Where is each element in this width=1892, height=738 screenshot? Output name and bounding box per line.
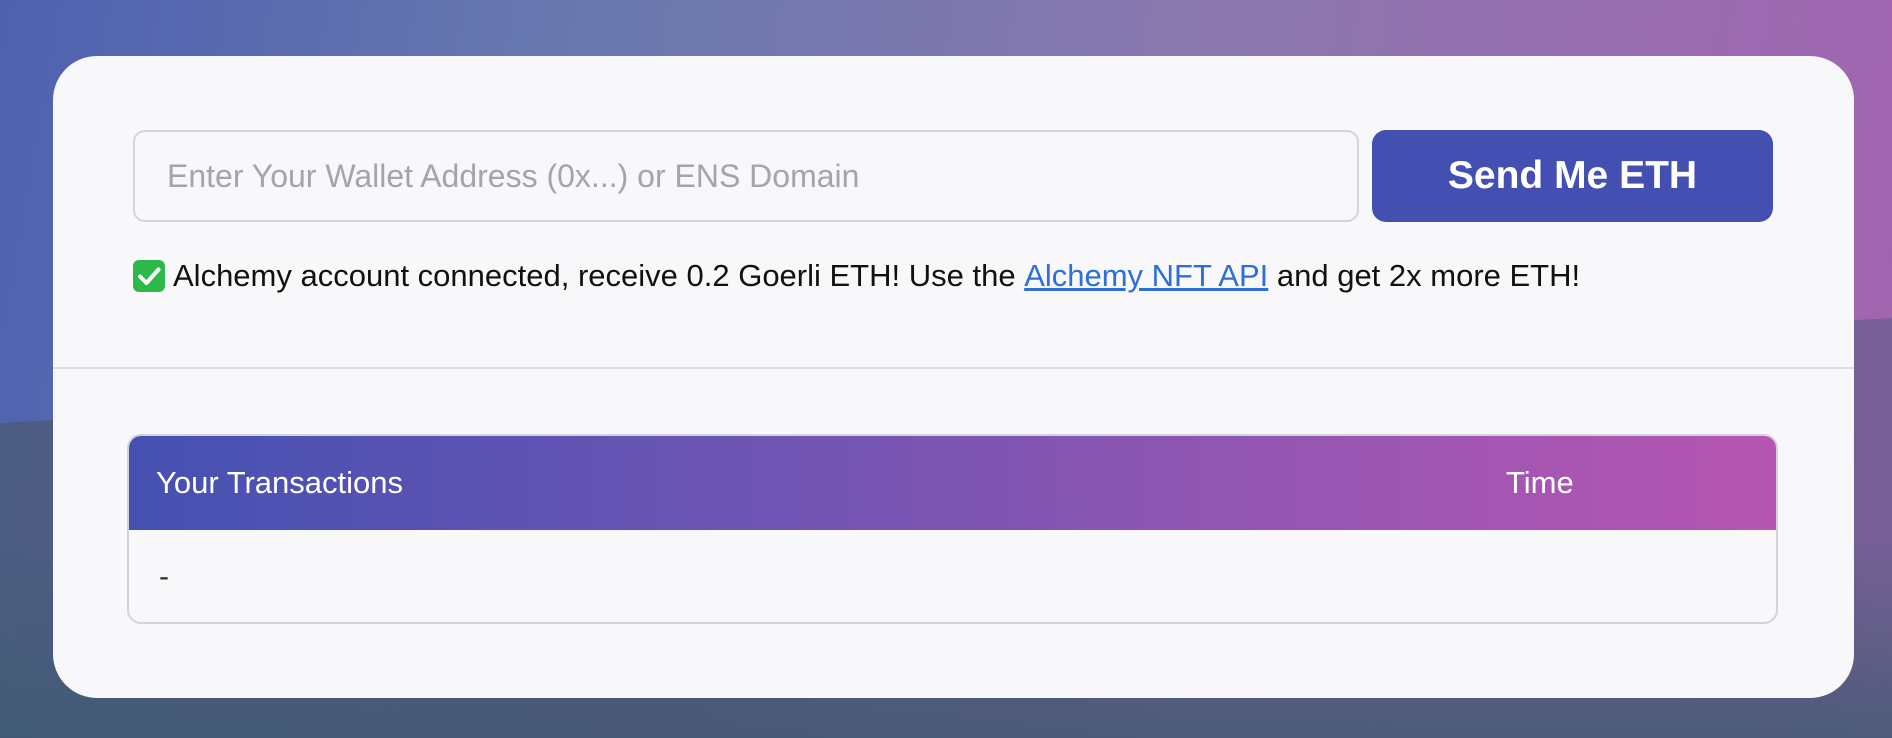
check-mark-icon xyxy=(133,260,165,292)
transactions-table-header: Your Transactions Time xyxy=(129,436,1776,530)
section-divider xyxy=(53,367,1854,369)
wallet-address-input[interactable] xyxy=(133,130,1359,222)
faucet-card: Send Me ETH Alchemy account connected, r… xyxy=(53,56,1854,698)
alchemy-nft-api-link[interactable]: Alchemy NFT API xyxy=(1024,258,1268,294)
status-text-before: Alchemy account connected, receive 0.2 G… xyxy=(173,258,1025,293)
send-eth-button[interactable]: Send Me ETH xyxy=(1372,130,1773,222)
status-message: Alchemy account connected, receive 0.2 G… xyxy=(133,254,1580,298)
transactions-table: Your Transactions Time - xyxy=(127,434,1778,624)
request-form: Send Me ETH xyxy=(133,130,1774,222)
column-header-time: Time xyxy=(1506,465,1574,500)
status-text-after: and get 2x more ETH! xyxy=(1268,258,1581,293)
column-header-transactions: Your Transactions xyxy=(156,465,404,500)
transaction-cell: - xyxy=(159,560,169,593)
table-row: - xyxy=(129,530,1776,622)
